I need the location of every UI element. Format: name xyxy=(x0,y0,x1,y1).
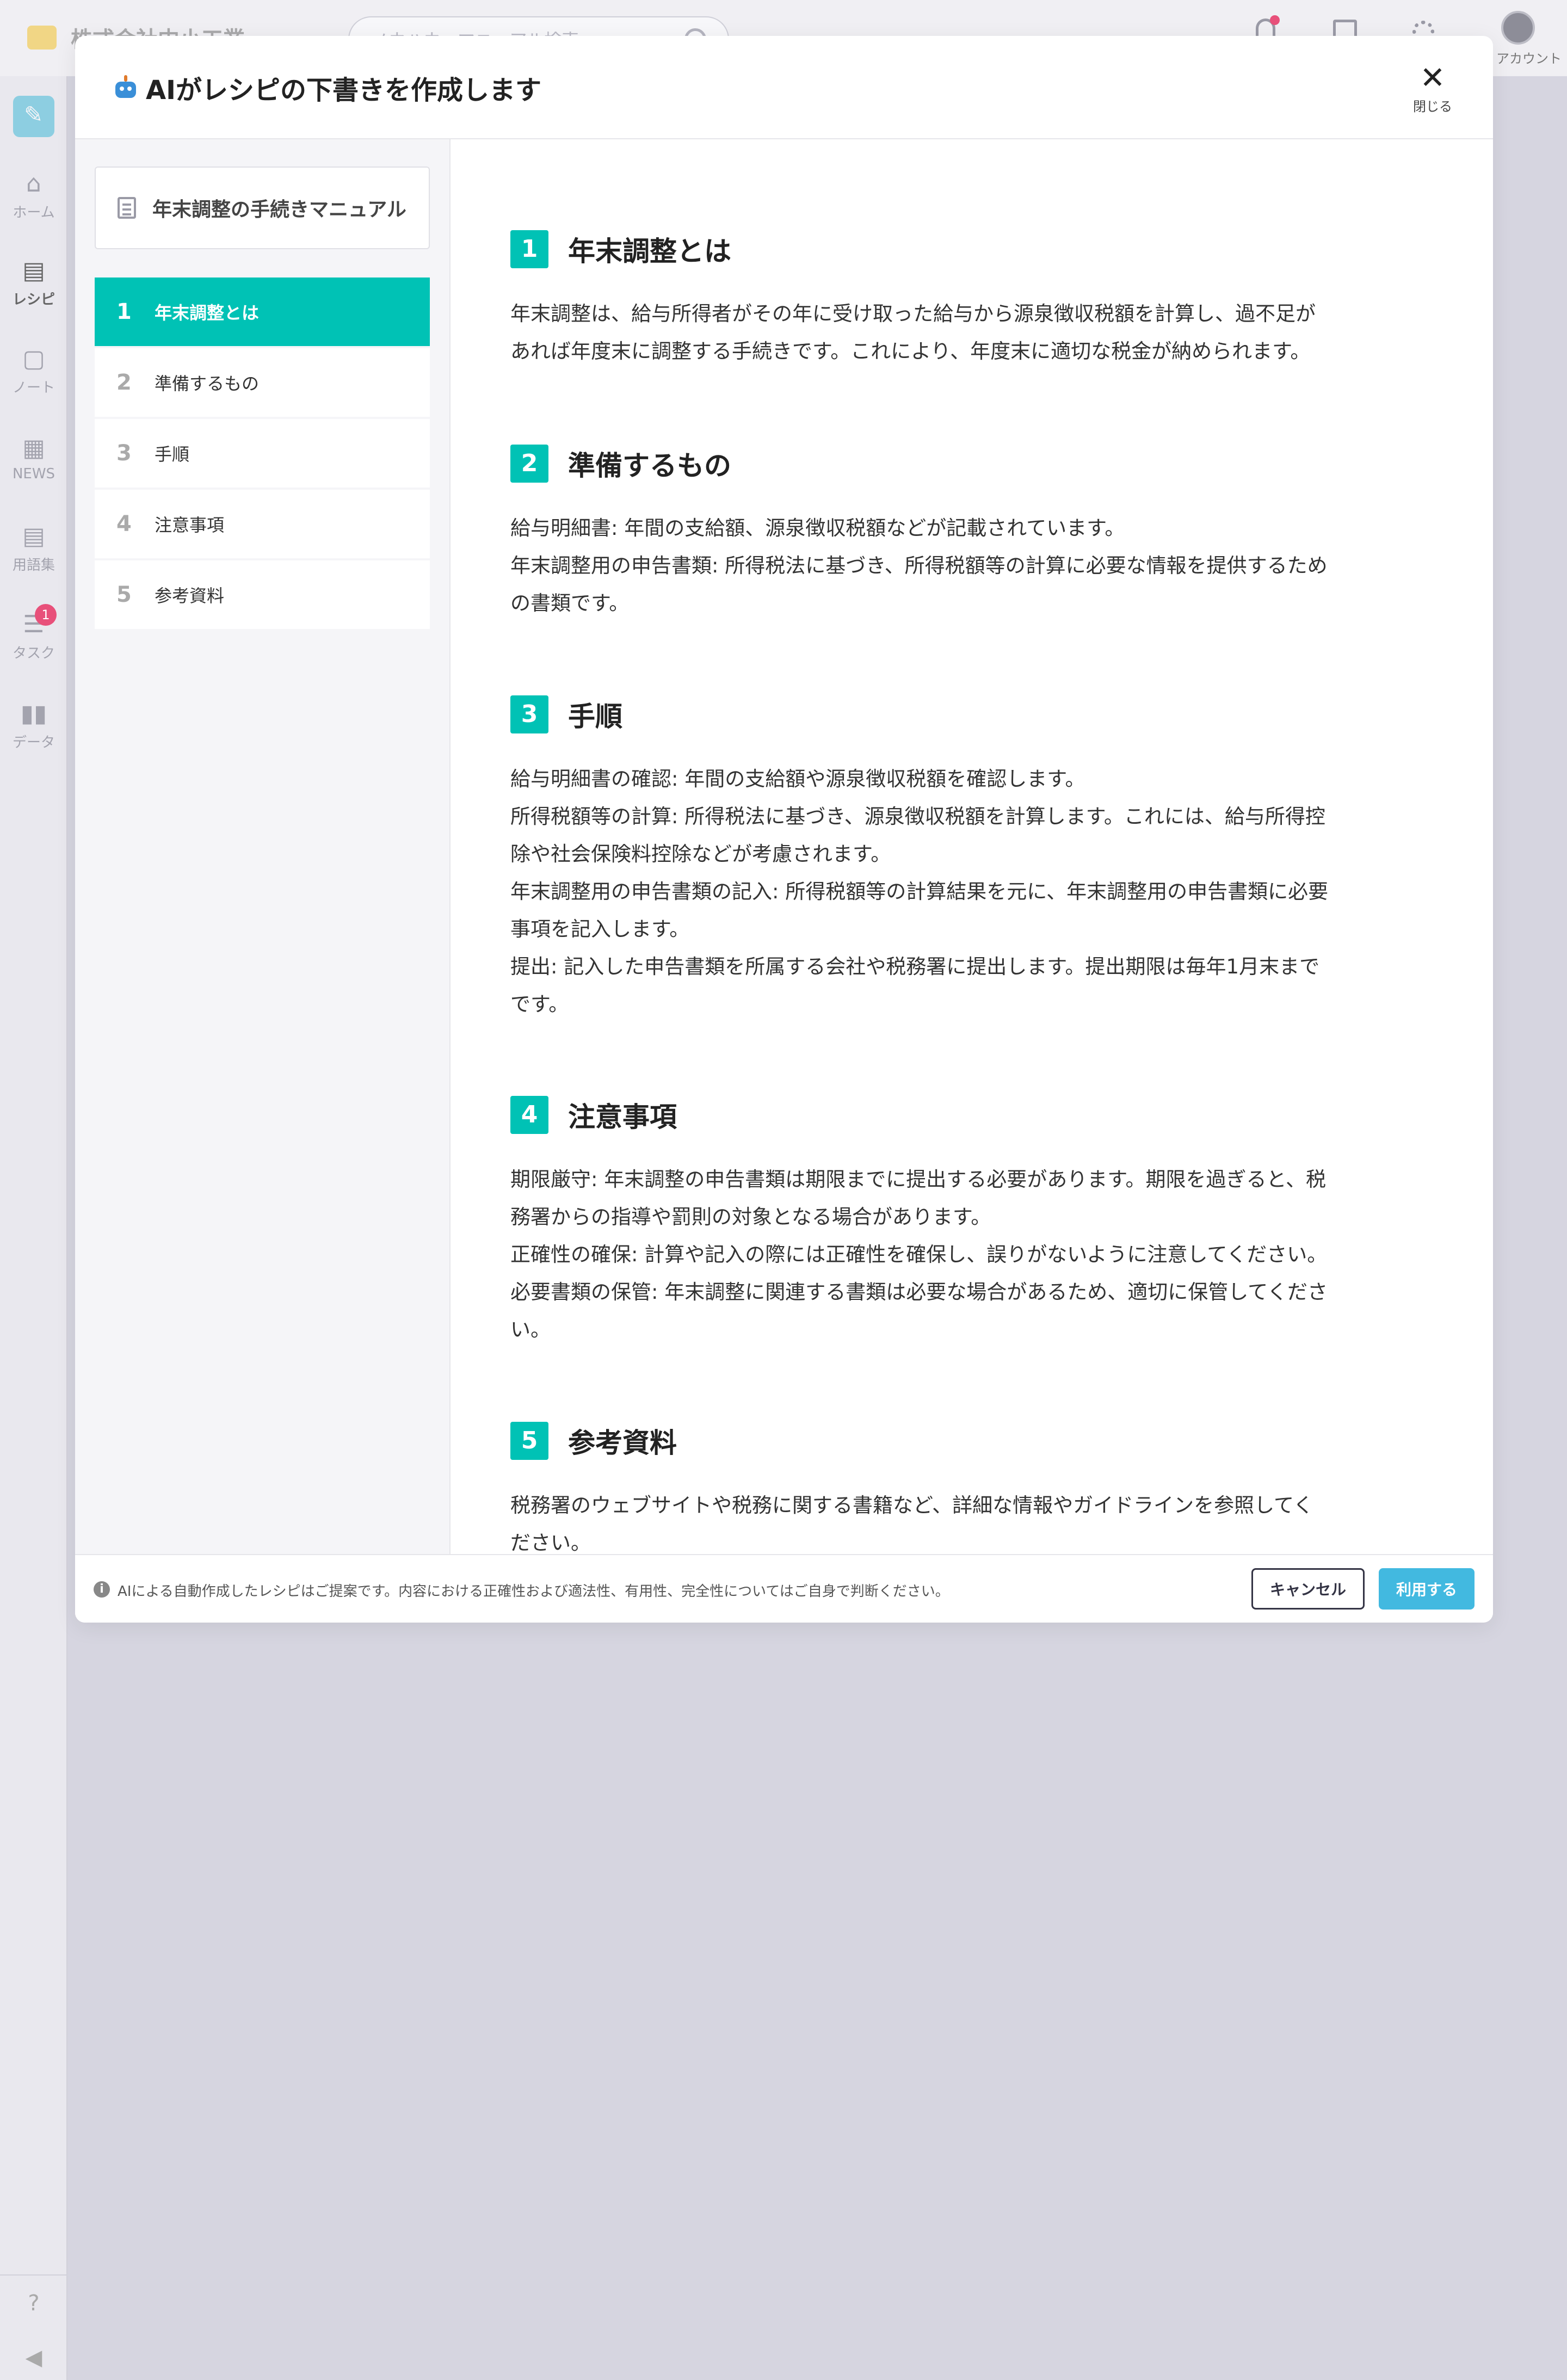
toc-item-5[interactable]: 5 参考資料 xyxy=(95,560,430,629)
robot-icon xyxy=(113,75,138,100)
compose-button[interactable] xyxy=(13,96,54,137)
toc-item-2[interactable]: 2 準備するもの xyxy=(95,348,430,417)
section-body: 給与明細書: 年間の支給額、源泉徴収税額などが記載されています。 年末調整用の申… xyxy=(510,516,1328,615)
avatar xyxy=(1501,11,1535,45)
note-icon: ▢ xyxy=(22,345,45,373)
sidebar-item-note[interactable]: ▢ ノート xyxy=(0,344,67,397)
section-title: 参考資料 xyxy=(568,1427,677,1459)
use-button[interactable]: 利用する xyxy=(1379,1568,1475,1610)
sidebar-item-task[interactable]: ☰ 1 タスク xyxy=(0,604,67,662)
news-icon: ▦ xyxy=(22,434,45,462)
glossary-icon: ▤ xyxy=(22,522,45,550)
toc-item-3[interactable]: 3 手順 xyxy=(95,419,430,488)
megaphone-icon[interactable]: ◀ xyxy=(0,2345,67,2370)
modal-title-text: AIがレシピの下書きを作成します xyxy=(146,75,542,106)
sidebar-item-home[interactable]: ⌂ ホーム xyxy=(0,169,67,221)
document-title: 年末調整の手続きマニュアル xyxy=(152,199,406,221)
modal-header: AIがレシピの下書きを作成します ✕ 閉じる xyxy=(75,36,1493,139)
outline-pane: 年末調整の手続きマニュアル 1 年末調整とは 2 準備するもの 3 手順 4 注… xyxy=(75,139,451,1554)
section-body: 税務署のウェブサイトや税務に関する書籍など、詳細な情報やガイドラインを参照してく… xyxy=(510,1494,1313,1555)
sidebar-divider xyxy=(0,2274,67,2276)
notification-dot xyxy=(1270,15,1280,25)
cancel-button[interactable]: キャンセル xyxy=(1251,1568,1365,1610)
document-title-card[interactable]: 年末調整の手続きマニュアル xyxy=(95,167,430,249)
close-icon: ✕ xyxy=(1420,60,1446,96)
section-number: 4 xyxy=(510,1096,548,1134)
task-icon: ☰ xyxy=(23,611,45,638)
section-2: 2 準備するもの 給与明細書: 年間の支給額、源泉徴収税額などが記載されています。… xyxy=(510,444,1408,622)
toc-item-1[interactable]: 1 年末調整とは xyxy=(95,278,430,346)
data-icon: ▮▮ xyxy=(20,700,47,727)
modal-title: AIがレシピの下書きを作成します xyxy=(113,69,541,107)
section-title: 注意事項 xyxy=(568,1101,677,1133)
sidebar-item-glossary[interactable]: ▤ 用語集 xyxy=(0,521,67,574)
section-1: 1 年末調整とは 年末調整は、給与所得者がその年に受け取った給与から源泉徴収税額を… xyxy=(510,230,1408,370)
modal-footer: i AIによる自動作成したレシピはご提案です。内容における正確性および適法性、有… xyxy=(75,1554,1493,1623)
sidebar-item-news[interactable]: ▦ NEWS xyxy=(0,433,67,482)
section-5: 5 参考資料 税務署のウェブサイトや税務に関する書籍など、詳細な情報やガイドライン… xyxy=(510,1421,1408,1562)
section-number: 1 xyxy=(510,230,548,268)
table-of-contents: 1 年末調整とは 2 準備するもの 3 手順 4 注意事項 5 参考資料 xyxy=(95,278,430,631)
section-body: 給与明細書の確認: 年間の支給額や源泉徴収税額を確認します。 所得税額等の計算:… xyxy=(510,767,1329,1016)
info-icon: i xyxy=(94,1581,110,1598)
sidebar: ⌂ ホーム ▤ レシピ ▢ ノート ▦ NEWS ▤ 用語集 ☰ 1 タスク ▮… xyxy=(0,76,67,2380)
section-title: 準備するもの xyxy=(568,450,731,482)
sidebar-item-data[interactable]: ▮▮ データ xyxy=(0,699,67,751)
recipe-draft-modal: AIがレシピの下書きを作成します ✕ 閉じる 年末調整の手続きマニュアル 1 年… xyxy=(75,36,1493,1623)
section-number: 2 xyxy=(510,445,548,483)
section-body: 期限厳守: 年末調整の申告書類は期限までに提出する必要があります。期限を過ぎると… xyxy=(510,1168,1328,1341)
document-icon xyxy=(118,197,136,219)
section-4: 4 注意事項 期限厳守: 年末調整の申告書類は期限までに提出する必要があります。期… xyxy=(510,1095,1408,1348)
toc-item-4[interactable]: 4 注意事項 xyxy=(95,490,430,558)
task-badge: 1 xyxy=(35,604,57,626)
section-3: 3 手順 給与明細書の確認: 年間の支給額や源泉徴収税額を確認します。 所得税額等… xyxy=(510,695,1408,1023)
close-label: 閉じる xyxy=(1413,99,1452,114)
section-number: 3 xyxy=(510,695,548,733)
section-body: 年末調整は、給与所得者がその年に受け取った給与から源泉徴収税額を計算し、過不足が… xyxy=(510,302,1316,363)
close-button[interactable]: ✕ 閉じる xyxy=(1403,62,1463,115)
help-icon[interactable]: ? xyxy=(0,2291,67,2316)
sidebar-item-recipe[interactable]: ▤ レシピ xyxy=(0,256,67,309)
ai-disclaimer: AIによる自動作成したレシピはご提案です。内容における正確性および適法性、有用性… xyxy=(118,1583,949,1600)
section-number: 5 xyxy=(510,1422,548,1460)
section-title: 年末調整とは xyxy=(568,236,731,267)
home-icon: ⌂ xyxy=(26,170,41,198)
section-title: 手順 xyxy=(568,701,622,732)
recipe-icon: ▤ xyxy=(22,257,45,285)
company-logo-icon xyxy=(27,26,57,50)
